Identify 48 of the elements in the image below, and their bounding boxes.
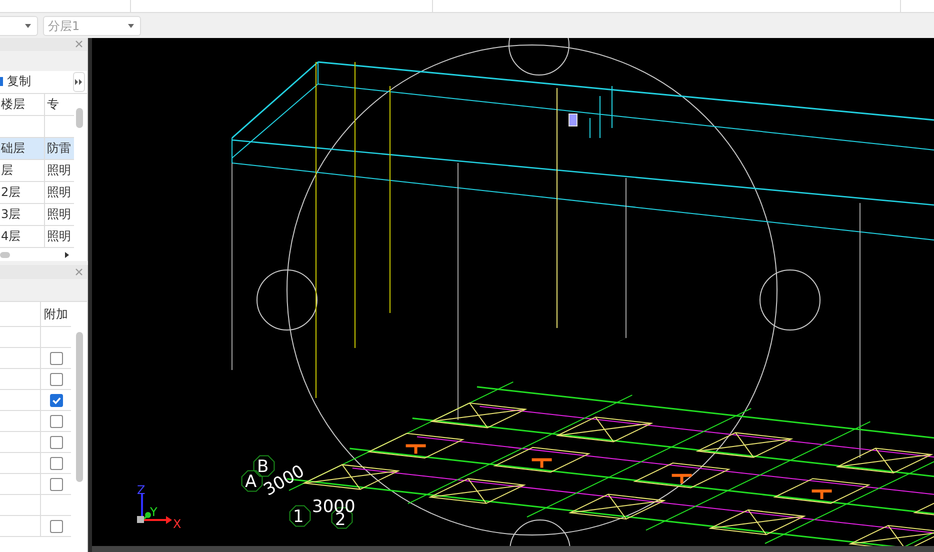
axis-letter: Y [150, 505, 158, 519]
axis-triad-icon [137, 494, 172, 524]
caret-icon [128, 24, 134, 28]
table-row[interactable]: 层 照明 [0, 160, 74, 182]
checkbox[interactable] [50, 436, 62, 448]
table-cell: 础层 [1, 140, 25, 158]
axis-letter: Z [137, 483, 146, 497]
scrollbar-thumb[interactable] [0, 252, 10, 258]
table-cell: 照明 [46, 184, 71, 202]
table-cell: 防雷 [46, 140, 71, 158]
close-icon[interactable] [75, 268, 83, 276]
table-cell: 照明 [46, 162, 71, 180]
copy-button[interactable]: 复制 [0, 73, 31, 90]
double-arrow-icon [75, 78, 83, 85]
checkbox[interactable] [50, 520, 62, 532]
checkbox[interactable] [50, 394, 62, 406]
axis-label: A [245, 472, 257, 492]
axis-label: 1 [293, 507, 304, 527]
table-row[interactable]: 4层 照明 [0, 226, 74, 248]
scrollbar-thumb[interactable] [76, 332, 83, 482]
close-icon[interactable] [75, 40, 83, 48]
expand-button[interactable] [73, 72, 85, 92]
table-row[interactable]: 3层 照明 [0, 204, 74, 226]
scrollbar-thumb[interactable] [76, 108, 83, 128]
table-cell: 层 [1, 162, 13, 180]
table-cell: 2层 [1, 184, 21, 202]
table-cell: 照明 [46, 206, 71, 224]
checkbox[interactable] [50, 352, 62, 364]
table-row[interactable]: 础层 防雷 [0, 138, 74, 160]
column-header: 专 [46, 96, 60, 114]
table-cell: 4层 [1, 228, 21, 246]
dropdown-field[interactable]: 分层1 [48, 18, 128, 32]
column-header: 附加 [40, 302, 71, 326]
axis-bubble-icon [241, 470, 263, 492]
checkbox[interactable] [50, 456, 62, 470]
caret-icon [25, 24, 31, 28]
axis-letter: X [173, 517, 182, 531]
table-row[interactable]: 2层 照明 [0, 182, 74, 204]
axis-bubble-icon [289, 505, 311, 527]
checkbox[interactable] [50, 478, 62, 490]
table-cell: 3层 [1, 206, 21, 224]
column-header: 楼层 [0, 94, 45, 116]
checkbox[interactable] [50, 372, 62, 386]
table-cell: 照明 [46, 228, 71, 246]
dropdown[interactable]: 分层1 [43, 16, 141, 36]
copy-icon [0, 77, 3, 86]
scroll-right-icon[interactable] [65, 252, 69, 258]
checkbox[interactable] [50, 414, 62, 428]
